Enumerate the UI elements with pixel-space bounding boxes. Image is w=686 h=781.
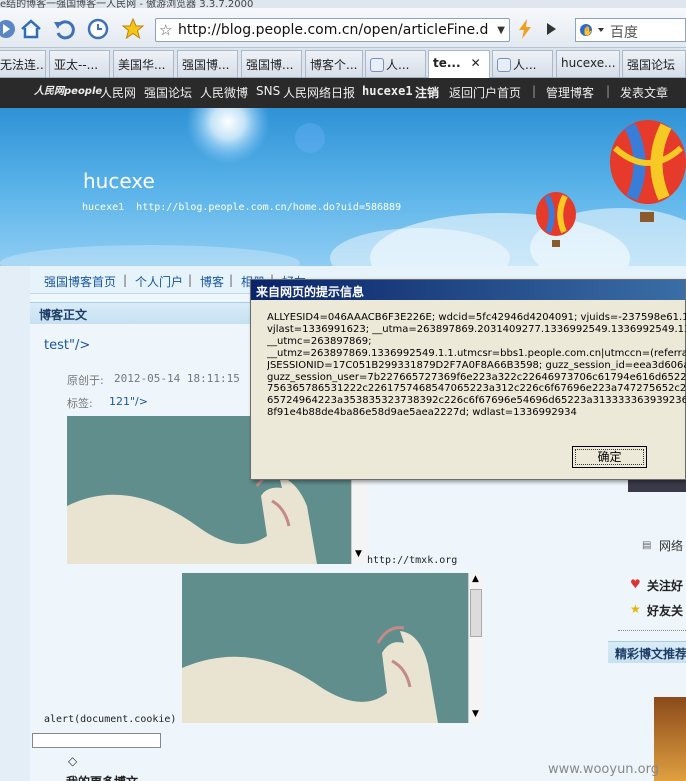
more-posts[interactable]: 我的更多博文 [66,773,138,781]
window-titlebar: e结的博客一强国博客一人民网 - 傲游浏览器 3.3.7.2000 [0,0,686,8]
go-icon[interactable] [537,15,565,43]
watermark: www.wooyun.org [548,762,660,777]
sidebar-network[interactable]: 网络 [659,537,683,554]
document-icon: ▤ [642,540,652,551]
blog-subtitle: hucexe1 http://blog.people.com.cn/home.d… [82,202,402,213]
page-icon [370,58,384,72]
tab-active[interactable]: te... ✕ [428,50,490,78]
scroll-down-arrow-icon[interactable]: ▼ [355,549,362,559]
created-label: 原创于: [67,374,104,387]
bookmark-star-icon[interactable]: ☆ [159,22,172,38]
tab[interactable]: 人... [365,50,426,77]
portal-link[interactable]: 返回门户首页 [449,84,521,101]
close-icon[interactable]: ✕ [471,56,481,70]
section-title: 博客正文 [39,308,88,322]
separator: | [606,84,611,98]
horse-image [182,573,468,723]
tab[interactable]: hucexe... [556,50,620,77]
spam-link[interactable]: http://tmxk.org [367,555,457,566]
undo-icon[interactable] [50,15,78,43]
favorites-icon[interactable] [119,15,147,43]
username: hucexe1 [362,84,413,98]
dialog-message: ALLYESID4=046AAACB6F3E226E; wdcid=5fc429… [267,312,686,419]
logout-link[interactable]: 注销 [415,84,439,101]
tab[interactable]: 强国论坛 [622,50,686,77]
history-icon[interactable] [84,15,112,43]
tab[interactable]: 强国博... [241,50,302,77]
address-bar-url[interactable]: http://blog.people.com.cn/open/articleFi… [178,22,488,38]
address-bar[interactable]: ☆ http://blog.people.com.cn/open/article… [155,18,510,42]
embedded-frame-2[interactable] [182,573,468,723]
search-input[interactable]: 百度 [610,22,638,42]
ok-button[interactable]: 确定 [572,446,647,468]
recommend-header: 精彩博文推荐 [608,641,686,663]
nav-link[interactable]: 人民微博 [200,84,248,101]
blog-banner: hucexe hucexe1 http://blog.people.com.cn… [0,108,686,266]
blognav-blog[interactable]: 博客 [200,273,224,290]
blognav-home[interactable]: 强国博客首页 [44,273,116,290]
tab[interactable]: 美国华... [113,50,174,77]
divider [618,630,686,631]
tab[interactable]: 强国博... [177,50,238,77]
sidebar-friends[interactable]: 好友关 [647,602,683,619]
scroll-down-arrow-icon[interactable]: ▼ [472,709,479,719]
left-gutter [0,266,30,781]
balloon-large [610,120,686,222]
chevron-down-icon[interactable]: ▼ [497,25,505,36]
baidu-paw-icon: ✋ [580,24,604,37]
dialog-title: 来自网页的提示信息 [251,280,685,300]
nav-link[interactable]: 强国论坛 [144,84,192,101]
nav-link[interactable]: 人民网络日报 [283,84,355,101]
post-link[interactable]: 发表文章 [620,84,668,101]
tab[interactable]: 无法连... [0,50,46,77]
star-icon: ★ [630,602,641,616]
alert-text: alert(document.cookie) [44,714,177,725]
browser-toolbar: ☆ http://blog.people.com.cn/open/article… [0,8,686,48]
home-icon[interactable] [17,15,45,43]
injected-input[interactable] [32,733,161,748]
svg-text:✋: ✋ [582,25,593,37]
heart-icon: ♥ [630,577,641,591]
tab[interactable]: 亚太--... [49,50,110,77]
nav-link[interactable]: 人民网 [100,84,136,101]
diamond-icon: ◇ [68,754,78,768]
post-title[interactable]: test"/> [44,338,90,353]
scroll-up-arrow-icon[interactable]: ▲ [472,574,479,584]
scroll-thumb[interactable] [470,589,482,637]
recommend-title: 精彩博文推荐 [615,647,686,661]
tab[interactable]: 博客个... [305,50,363,77]
search-box[interactable]: ✋ 百度 [575,18,686,42]
nav-link[interactable]: SNS [256,84,280,98]
blog-title: hucexe [83,169,155,193]
lightning-icon[interactable] [511,15,539,43]
tag-link[interactable]: 121"/> [109,395,148,408]
site-nav-bar: 人民网people 人民网 强国论坛 人民微博 SNS 人民网络日报 hucex… [0,78,686,108]
manage-link[interactable]: 管理博客 [546,84,594,101]
people-logo[interactable]: 人民网people [34,82,102,97]
frame2-scrollbar[interactable]: ▲ ▼ [468,573,483,723]
page-icon [497,58,511,72]
tab[interactable]: 人... [492,50,553,77]
window-title: e结的博客一强国博客一人民网 - 傲游浏览器 3.3.7.2000 [0,0,254,8]
sidebar-follow[interactable]: 关注好 [647,577,683,594]
tab-bar: 无法连... 亚太--... 美国华... 强国博... 强国博... 博客个.… [0,48,686,78]
alert-dialog: 来自网页的提示信息 ALLYESID4=046AAACB6F3E226E; wd… [250,279,686,480]
created-value: 2012-05-14 18:11:15 [114,372,240,385]
separator: | [532,84,537,98]
tags-label: 标签: [67,397,93,410]
blognav-portal[interactable]: 个人门户 [135,273,183,290]
